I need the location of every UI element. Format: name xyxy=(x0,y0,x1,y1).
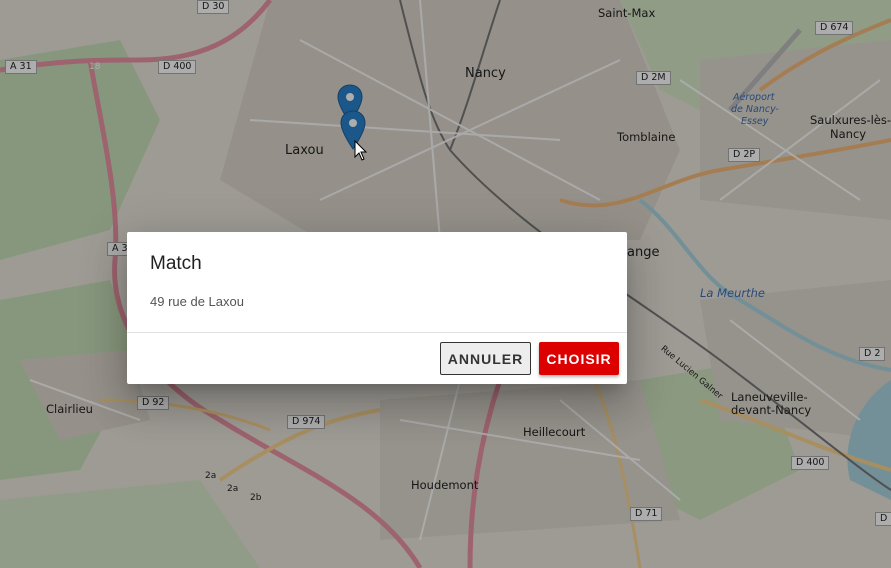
mouse-cursor-icon xyxy=(354,140,368,161)
dialog-address: 49 rue de Laxou xyxy=(150,294,244,309)
dialog-divider xyxy=(127,332,627,333)
cancel-button[interactable]: ANNULER xyxy=(440,342,531,375)
match-dialog: Match 49 rue de Laxou ANNULER CHOISIR xyxy=(127,232,627,384)
dialog-title: Match xyxy=(150,253,202,274)
choose-button[interactable]: CHOISIR xyxy=(539,342,619,375)
